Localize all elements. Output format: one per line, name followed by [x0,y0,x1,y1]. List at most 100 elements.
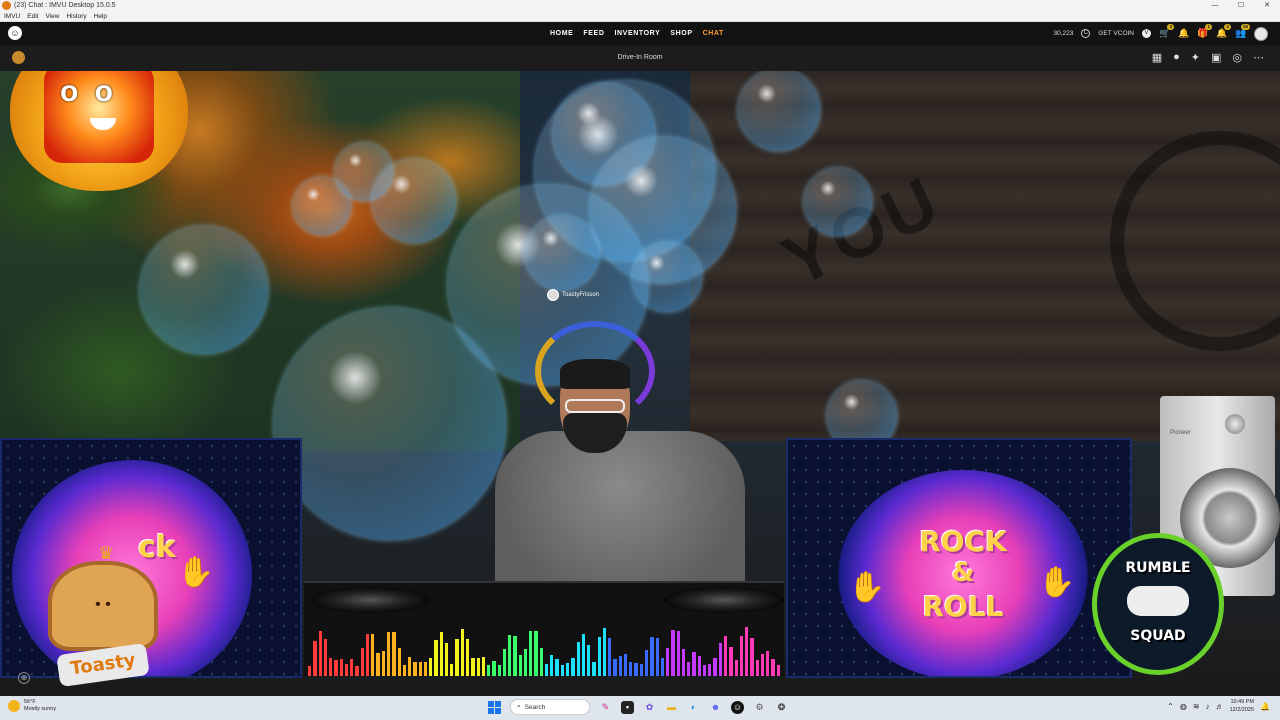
minimize-button[interactable]: — [1202,0,1228,11]
eq-bar [355,666,359,676]
menu-bar: IMVU Edit View History Help [0,11,1280,22]
menu-edit[interactable]: Edit [27,13,38,20]
eq-bar [308,666,312,676]
emote-icon[interactable]: ✦ [1191,51,1200,64]
edge-icon[interactable]: ◐ [687,701,700,714]
eq-bar [397,648,401,676]
eq-bar [697,656,701,676]
get-vcoin-button[interactable]: GET VCOIN [1098,30,1134,37]
menu-help[interactable]: Help [94,13,107,20]
menu-history[interactable]: History [66,13,86,20]
eq-bar [718,643,722,676]
menu-imvu[interactable]: IMVU [4,13,20,20]
speaker-tweeter [1225,414,1245,434]
alerts-icon[interactable]: 🔔 2 [1216,24,1231,39]
notifications-icon[interactable]: 🔔 [1178,28,1189,39]
imvu-logo-icon[interactable]: ☺ [8,26,22,40]
camera-icon[interactable]: ◎ [1232,51,1242,64]
eq-bar [576,642,580,676]
nav-home[interactable]: HOME [550,30,573,37]
menu-view[interactable]: View [45,13,59,20]
chat-bubble-icon[interactable]: ● [1173,51,1180,64]
nav-chat[interactable]: CHAT [703,30,724,37]
wifi-icon[interactable]: ≋ [1193,702,1200,711]
eq-bar [339,659,343,676]
camera-reset-icon[interactable]: ⊕ [18,672,30,684]
mic-icon[interactable]: ♪ [1206,702,1210,711]
squad-text: SQUAD [1130,628,1186,644]
eq-bar [702,665,707,676]
window-controls: — ☐ ✕ [1202,0,1280,11]
eq-bar [476,658,480,676]
file-explorer-icon[interactable]: ▬ [665,701,678,714]
nav-shop[interactable]: SHOP [670,30,692,37]
avatar-name-tag[interactable]: ToastyFrisson [547,289,599,301]
eq-bar [629,662,633,676]
close-button[interactable]: ✕ [1254,0,1280,11]
shop-bag-icon[interactable]: ▣ [1211,51,1221,64]
sun-icon [8,700,20,712]
cart-icon[interactable]: 🛒 3 [1159,24,1174,39]
eq-bar [681,649,686,676]
imvu-app-icon [2,1,11,10]
network-icon[interactable]: ◍ [1180,702,1187,711]
nav-right: 30,223 C GET VCOIN V 🛒 3 🔔 🎁 1 🔔 2 👥 25 [1053,22,1268,45]
eq-bar [381,651,385,676]
eq-bar [723,636,728,676]
start-button[interactable] [488,700,501,714]
eq-bar [639,664,643,676]
speaker-brand: Pioneer [1170,430,1191,436]
eq-bar [592,662,596,676]
avatar-hair [560,359,630,389]
credits-icon: C [1081,29,1091,38]
user-avatar[interactable] [1254,26,1268,41]
eq-bar [655,638,659,676]
eq-bar [450,664,454,676]
eq-bar [344,664,349,676]
clock[interactable]: 10:49 PM 12/2/2025 [1230,698,1254,714]
eq-bar [413,662,417,676]
chatgpt-icon[interactable]: ❂ [775,701,788,714]
eq-bar [365,634,370,676]
weather-text: 56°F Mostly sunny [24,699,56,713]
volume-icon[interactable]: ♬ [1216,702,1224,711]
alerts-badge: 2 [1224,24,1231,30]
taskbar-search[interactable]: ⌕ Search [510,699,590,715]
discord-icon[interactable]: ☻ [709,701,722,714]
nav-feed[interactable]: FEED [583,30,604,37]
eq-bar [350,659,354,676]
layout-icon[interactable]: ▦ [1152,51,1162,64]
eq-bar [423,662,428,676]
nav-inventory[interactable]: INVENTORY [614,30,660,37]
imvu-taskbar-icon[interactable]: ☺ [731,700,744,714]
maximize-button[interactable]: ☐ [1228,0,1254,11]
eq-bar [534,631,538,676]
more-options-icon[interactable]: ⋯ [1253,51,1264,64]
notification-bell-icon[interactable]: 🔔 [1260,702,1270,711]
bubble [140,226,268,354]
eq-bar [392,632,396,676]
credits-balance: 30,223 [1053,30,1074,37]
top-nav: ☺ HOME FEED INVENTORY SHOP CHAT 30,223 C… [0,22,1280,45]
task-view-icon[interactable]: ▪ [621,700,634,714]
room-3d-scene[interactable]: YOU ToastyFrisson ck ✋ ♛ • • Toasty ROCK… [0,71,1280,696]
friends-icon[interactable]: 👥 25 [1235,24,1250,39]
dj-avatar[interactable] [475,321,765,611]
widget-app-icon[interactable]: ✎ [599,701,612,714]
eq-bar [676,631,680,676]
eq-bar [444,643,449,676]
eq-bar [566,663,570,676]
room-header: Drive-In Room ▦ ● ✦ ▣ ◎ ⋯ [0,45,1280,71]
clock-date: 12/2/2025 [1229,707,1255,713]
gift-icon[interactable]: 🎁 1 [1197,24,1212,39]
weather-widget[interactable]: 56°F Mostly sunny [8,699,56,713]
eq-bar [587,645,591,676]
pumpkin-eyes: o o [60,75,117,108]
eq-bar [402,665,407,676]
tray-chevron-icon[interactable]: ⌃ [1167,702,1174,711]
eq-bar [550,655,554,676]
settings-icon[interactable]: ⚙ [753,701,766,714]
copilot-icon[interactable]: ✿ [643,701,656,714]
rumble-squad-logo: RUMBLE SQUAD [1092,533,1224,675]
eq-bar [671,630,675,676]
